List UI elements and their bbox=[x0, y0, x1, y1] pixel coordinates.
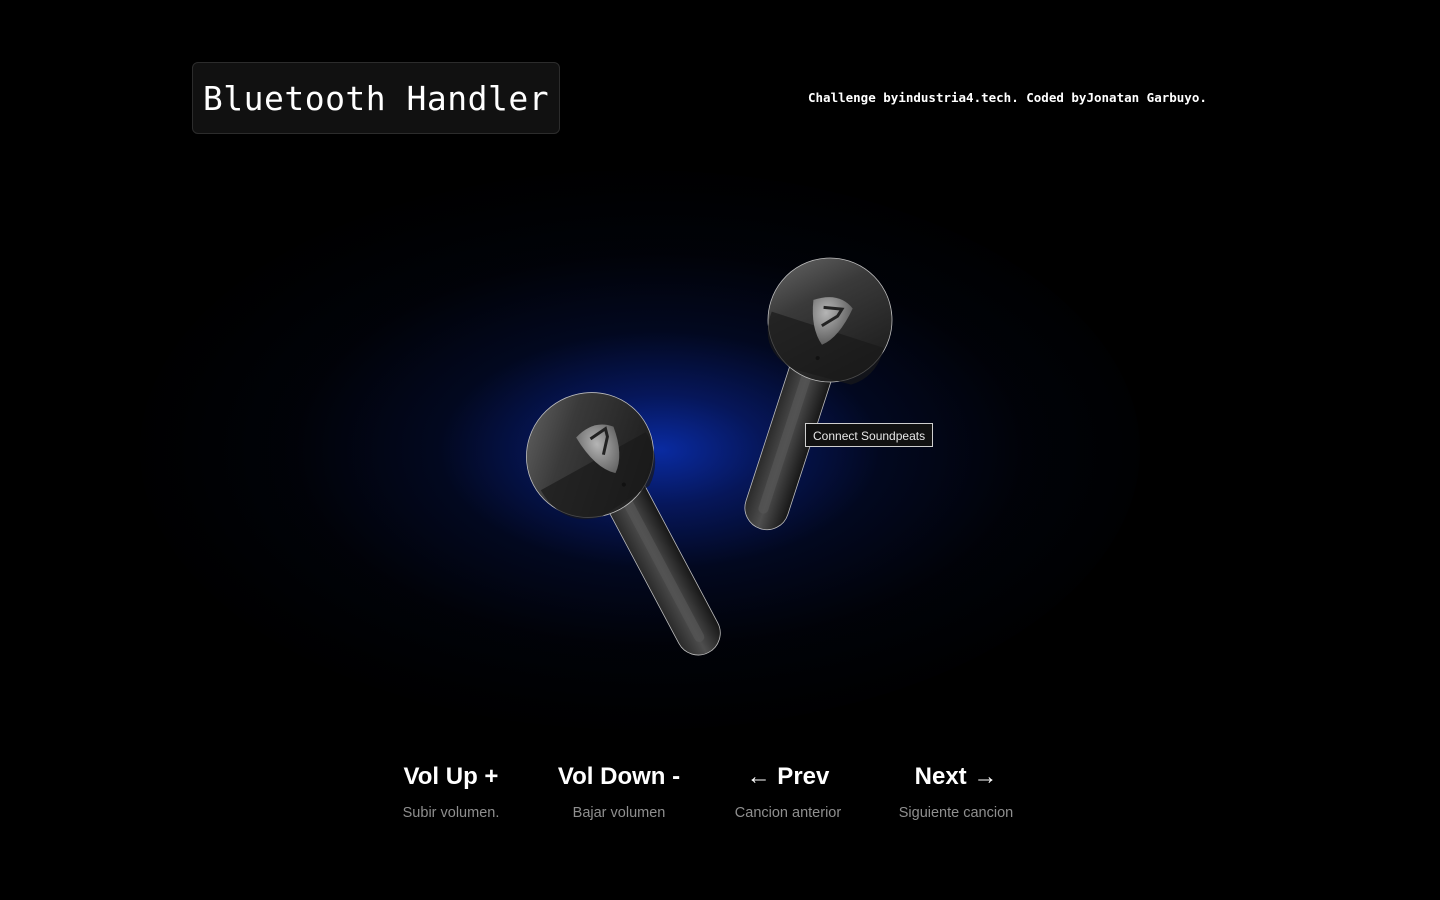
right-earbud bbox=[744, 257, 893, 531]
title-box: Bluetooth Handler bbox=[192, 62, 560, 134]
vol-down-description: Bajar volumen bbox=[572, 805, 666, 821]
vol-up-button[interactable]: Vol Up + Subir volumen. bbox=[366, 760, 536, 821]
left-earbud bbox=[526, 392, 721, 656]
earbuds-illustration bbox=[526, 257, 893, 656]
page-title: Bluetooth Handler bbox=[202, 78, 550, 118]
challenge-link[interactable]: industria4.tech bbox=[898, 90, 1011, 105]
prev-button[interactable]: ← Prev Cancion anterior bbox=[703, 760, 873, 821]
credits-suffix: . bbox=[1199, 90, 1207, 105]
playback-controls: Vol Up + Subir volumen. Vol Down - Bajar… bbox=[366, 760, 1046, 840]
author-link[interactable]: Jonatan Garbuyo bbox=[1086, 90, 1199, 105]
page: Bluetooth Handler Challenge byindustria4… bbox=[0, 0, 1440, 900]
vol-down-button[interactable]: Vol Down - Bajar volumen bbox=[534, 760, 704, 821]
credits-line: Challenge byindustria4.tech. Coded byJon… bbox=[808, 90, 1207, 105]
next-label: Next → bbox=[914, 763, 998, 790]
connect-tooltip: Connect Soundpeats bbox=[805, 423, 934, 447]
vol-up-label: Vol Up + bbox=[403, 763, 499, 790]
vol-down-label: Vol Down - bbox=[557, 763, 681, 790]
prev-description: Cancion anterior bbox=[734, 805, 842, 821]
next-description: Siguiente cancion bbox=[898, 805, 1014, 821]
credits-prefix: Challenge by bbox=[808, 90, 899, 105]
next-button[interactable]: Next → Siguiente cancion bbox=[871, 760, 1041, 821]
earbuds-image[interactable] bbox=[500, 240, 920, 660]
prev-label: ← Prev bbox=[746, 763, 830, 790]
vol-up-description: Subir volumen. bbox=[402, 805, 500, 821]
credits-middle: . Coded by bbox=[1011, 90, 1087, 105]
